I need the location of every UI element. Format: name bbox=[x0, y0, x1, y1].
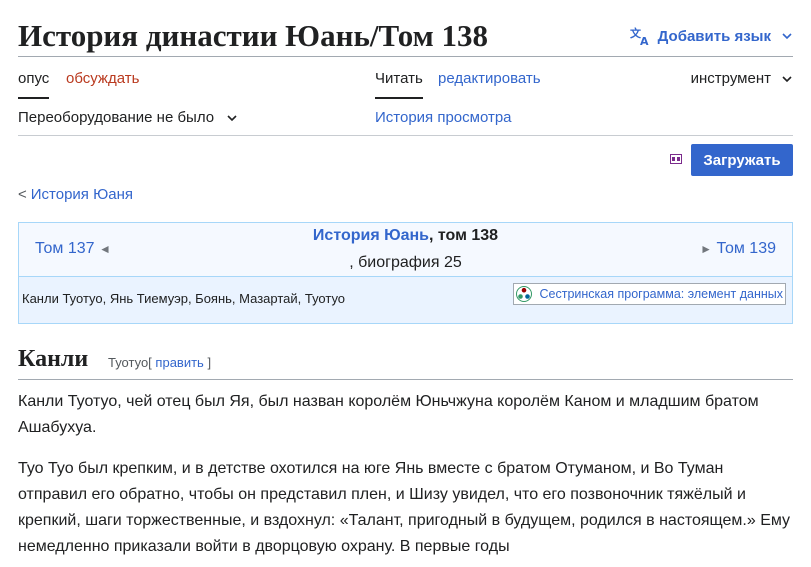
section-subject: Туотуо bbox=[108, 355, 149, 370]
page-title: История династии Юань/Том 138 bbox=[18, 18, 489, 53]
tab-opus[interactable]: опус bbox=[18, 70, 50, 99]
work-title-link[interactable]: История Юань bbox=[313, 227, 429, 244]
tools-label: инструмент bbox=[690, 70, 771, 87]
conversion-label: Переоборудование не было bbox=[18, 109, 215, 126]
edit-bracket-open: [ bbox=[148, 355, 152, 370]
section-heading: Канли Туотуо[ править ] bbox=[18, 342, 793, 380]
page-tabs: опус обсуждать Читать редактировать инст… bbox=[18, 57, 793, 99]
edit-section-link[interactable]: править bbox=[155, 355, 203, 370]
breadcrumb-link[interactable]: История Юаня bbox=[31, 186, 133, 203]
wikidata-icon bbox=[515, 286, 532, 302]
next-volume-label: Том 139 bbox=[716, 240, 776, 257]
tab-discuss[interactable]: обсуждать bbox=[66, 70, 139, 87]
next-volume-link[interactable]: ► Том 139 bbox=[700, 240, 776, 258]
conversion-dropdown[interactable]: Переоборудование не было bbox=[18, 109, 238, 126]
tab-edit[interactable]: редактировать bbox=[438, 70, 541, 87]
download-button[interactable]: Загружать bbox=[691, 144, 793, 176]
paragraph: Туо Туо был крепким, и в детстве охотилс… bbox=[18, 460, 791, 555]
chevron-down-icon bbox=[227, 114, 237, 121]
tab-read[interactable]: Читать bbox=[375, 70, 423, 99]
sub-toolbar: Переоборудование не было История просмот… bbox=[18, 99, 793, 136]
chevron-down-icon bbox=[782, 75, 792, 82]
wikidata-label: Сестринская программа: элемент данных bbox=[539, 287, 783, 301]
tools-menu[interactable]: инструмент bbox=[691, 70, 793, 87]
edit-bracket-close: ] bbox=[207, 355, 212, 370]
breadcrumb[interactable]: < История Юаня bbox=[18, 186, 133, 203]
download-format-icon[interactable] bbox=[670, 154, 682, 164]
persons-list: Канли Туотуо, Янь Тиемуэр, Боянь, Мазарт… bbox=[22, 291, 346, 306]
translate-icon: 文 A bbox=[630, 26, 649, 46]
work-header: Том 137 ◄ История Юань, том 138 , биогра… bbox=[18, 222, 793, 324]
title-bar: История династии Юань/Том 138 文 A Добави… bbox=[18, 0, 793, 57]
paragraph: Канли Туотуо, чей отец был Яя, был назва… bbox=[18, 393, 759, 436]
section-title: Канли bbox=[18, 346, 89, 372]
wikidata-link[interactable]: Сестринская программа: элемент данных bbox=[512, 283, 786, 305]
section-subtitle: Туотуо[ править ] bbox=[108, 355, 211, 370]
work-subtitle: , биография 25 bbox=[349, 254, 462, 271]
add-language-button[interactable]: 文 A Добавить язык bbox=[630, 26, 793, 46]
chevron-down-icon bbox=[782, 33, 792, 40]
view-history-link[interactable]: История просмотра bbox=[375, 109, 512, 126]
breadcrumb-arrow: < bbox=[18, 186, 27, 203]
work-title-rest: , том 138 bbox=[429, 227, 499, 244]
header-navigation: Том 137 ◄ История Юань, том 138 , биогра… bbox=[19, 223, 792, 277]
svg-text:A: A bbox=[640, 35, 649, 46]
work-title: История Юань, том 138 bbox=[19, 227, 792, 245]
add-language-label: Добавить язык bbox=[657, 27, 771, 45]
right-arrow-icon: ► bbox=[700, 242, 712, 256]
